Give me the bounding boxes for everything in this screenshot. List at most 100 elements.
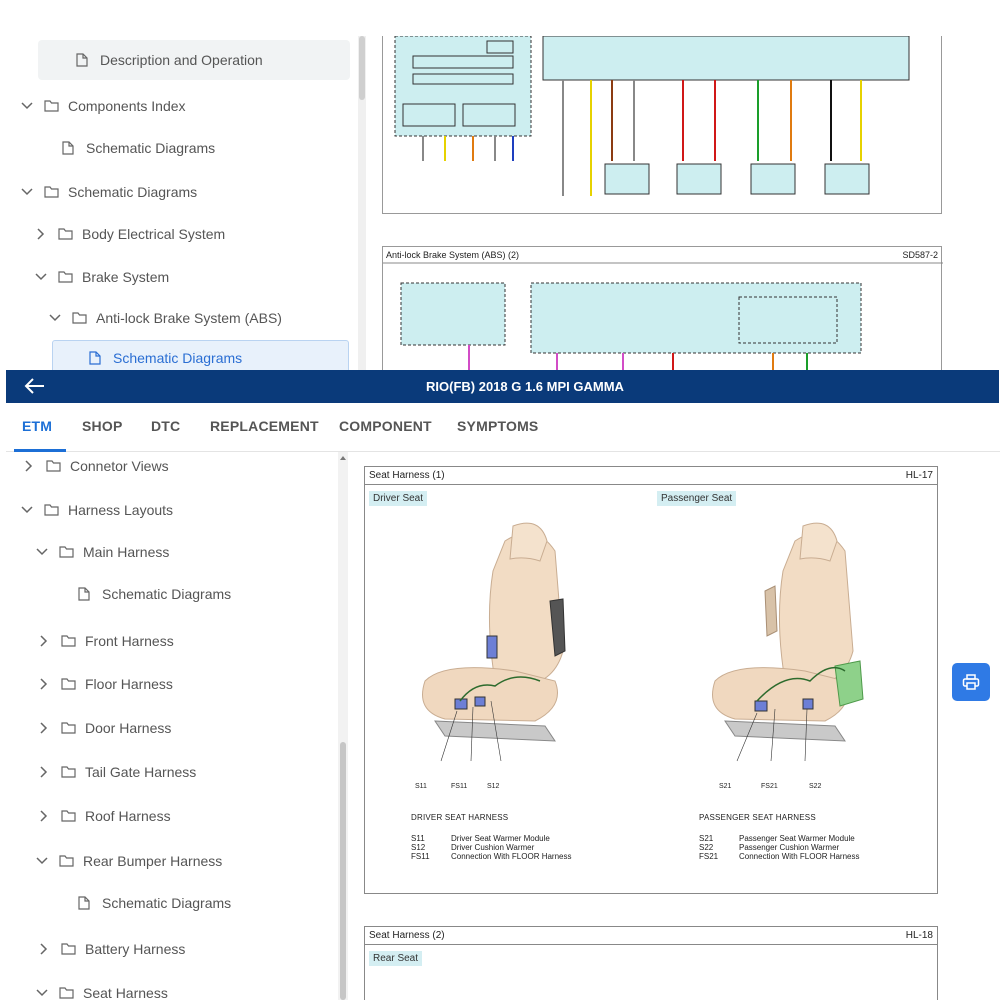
scroll-up-arrow-icon[interactable] [340,456,346,460]
folder-icon [58,270,74,284]
panel-code: HL-17 [905,470,933,481]
chevron-down-icon[interactable] [20,185,34,199]
top-navigation-tree: Description and Operation Components Ind… [8,36,358,372]
tree-item-roof-harness[interactable]: Roof Harness [37,808,171,824]
chevron-right-icon[interactable] [34,227,48,241]
chevron-right-icon[interactable] [37,765,51,779]
legend-code: FS21 [699,852,719,861]
legend-row: FS11 Connection With FLOOR Harness [411,852,572,861]
tree-scrollbar[interactable] [338,452,348,1000]
abs-diagram-1 [382,35,942,214]
panel-header: Seat Harness (1) HL-17 [365,467,937,485]
chevron-right-icon[interactable] [37,809,51,823]
folder-icon [61,721,77,735]
tab-dtc[interactable]: DTC [151,418,180,434]
tree-item-door-harness[interactable]: Door Harness [37,720,171,736]
chevron-right-icon[interactable] [37,677,51,691]
folder-icon [61,942,77,956]
passenger-seat-legend: PASSENGER SEAT HARNESS S21 Passenger Seat… [699,813,860,861]
tree-item-rear-bumper-harness[interactable]: Rear Bumper Harness [35,853,222,869]
tree-item-floor-harness[interactable]: Floor Harness [37,676,173,692]
document-icon [78,896,94,910]
folder-icon [59,986,75,1000]
tree-item-label: Schematic Diagrams [113,350,243,366]
tree-item-label: Tail Gate Harness [85,764,197,780]
chevron-down-icon[interactable] [48,311,62,325]
tree-item-schematic-diagrams[interactable]: Schematic Diagrams [62,140,215,156]
tree-item-rear-bumper-schematic[interactable]: Schematic Diagrams [78,895,231,911]
panel-code: HL-18 [905,930,933,941]
folder-icon [46,459,62,473]
top-tree-scrollbar[interactable] [358,36,366,372]
tree-item-tail-gate-harness[interactable]: Tail Gate Harness [37,764,196,780]
folder-icon [61,634,77,648]
chevron-down-icon[interactable] [20,503,34,517]
legend-code: S11 [411,834,425,843]
tree-item-label: Door Harness [85,720,172,736]
tab-etm[interactable]: ETM [22,418,52,434]
tree-item-harness-layouts[interactable]: Harness Layouts [20,502,173,518]
legend-desc: Driver Seat Warmer Module [451,834,550,843]
app-header: RIO(FB) 2018 G 1.6 MPI GAMMA [6,370,999,403]
abs-schematic-2-graphic [383,262,943,372]
panel-title: Seat Harness (2) [369,930,445,941]
legend-code: S21 [699,834,714,843]
tree-item-abs[interactable]: Anti-lock Brake System (ABS) [48,310,282,326]
tree-item-body-electrical[interactable]: Body Electrical System [34,226,225,242]
tab-shop[interactable]: SHOP [82,418,122,434]
tree-item-label: Connetor Views [70,458,169,474]
chevron-down-icon[interactable] [35,545,49,559]
tab-symptoms[interactable]: SYMPTOMS [457,418,538,434]
legend-row: S21 Passenger Seat Warmer Module [699,834,860,843]
tree-item-label: Schematic Diagrams [68,184,198,200]
legend-row: S22 Passenger Cushion Warmer [699,843,860,852]
chevron-right-icon[interactable] [37,634,51,648]
tree-item-front-harness[interactable]: Front Harness [37,633,174,649]
chevron-down-icon[interactable] [35,986,49,1000]
tree-item-description-operation[interactable]: Description and Operation [38,40,350,80]
tree-item-label: Front Harness [85,633,174,649]
tree-item-brake-system[interactable]: Brake System [34,269,169,285]
legend-desc: Passenger Seat Warmer Module [739,834,855,843]
scrollbar-thumb[interactable] [340,742,346,1000]
chevron-right-icon[interactable] [37,721,51,735]
callout-fs21: FS21 [761,783,778,790]
tree-item-battery-harness[interactable]: Battery Harness [37,941,185,957]
print-button[interactable] [952,663,990,701]
main-tabs: ETM SHOP DTC REPLACEMENT COMPONENT SYMPT… [6,404,1000,452]
scrollbar-thumb[interactable] [359,36,365,100]
tree-item-label: Floor Harness [85,676,173,692]
tab-component[interactable]: COMPONENT [339,418,432,434]
tree-item-label: Schematic Diagrams [102,586,232,602]
rear-seat-tag: Rear Seat [369,951,423,966]
tab-replacement[interactable]: REPLACEMENT [210,418,319,434]
tree-item-label: Schematic Diagrams [102,895,232,911]
tree-item-seat-harness[interactable]: Seat Harness [35,985,168,1001]
chevron-right-icon[interactable] [37,942,51,956]
seat-harness-1-panel: Seat Harness (1) HL-17 Driver Seat Passe… [364,466,938,894]
driver-seat-illustration [422,522,566,762]
folder-icon [44,503,60,517]
chevron-down-icon[interactable] [20,99,34,113]
tree-item-label: Rear Bumper Harness [83,853,223,869]
chevron-down-icon[interactable] [35,854,49,868]
passenger-seat-illustration [712,522,864,762]
legend-code: S22 [699,843,714,852]
chevron-right-icon[interactable] [22,459,36,473]
chevron-down-icon[interactable] [34,270,48,284]
folder-icon [59,854,75,868]
callout-s22: S22 [809,783,822,790]
tree-item-connector-views[interactable]: Connetor Views [22,458,169,474]
tree-item-main-harness-schematic[interactable]: Schematic Diagrams [78,586,231,602]
document-icon [89,351,105,365]
tree-item-schematic-diagrams-folder[interactable]: Schematic Diagrams [20,184,197,200]
driver-seat-tag: Driver Seat [369,491,428,506]
abs-diagram-2: Anti-lock Brake System (ABS) (2) SD587-2 [382,246,943,372]
tree-item-abs-schematic-selected[interactable]: Schematic Diagrams [52,340,349,372]
tree-item-label: Roof Harness [85,808,171,824]
tree-item-main-harness[interactable]: Main Harness [35,544,169,560]
legend-row: S11 Driver Seat Warmer Module [411,834,572,843]
folder-icon [72,311,88,325]
tree-item-components-index[interactable]: Components Index [20,98,186,114]
legend-desc: Connection With FLOOR Harness [739,852,860,861]
